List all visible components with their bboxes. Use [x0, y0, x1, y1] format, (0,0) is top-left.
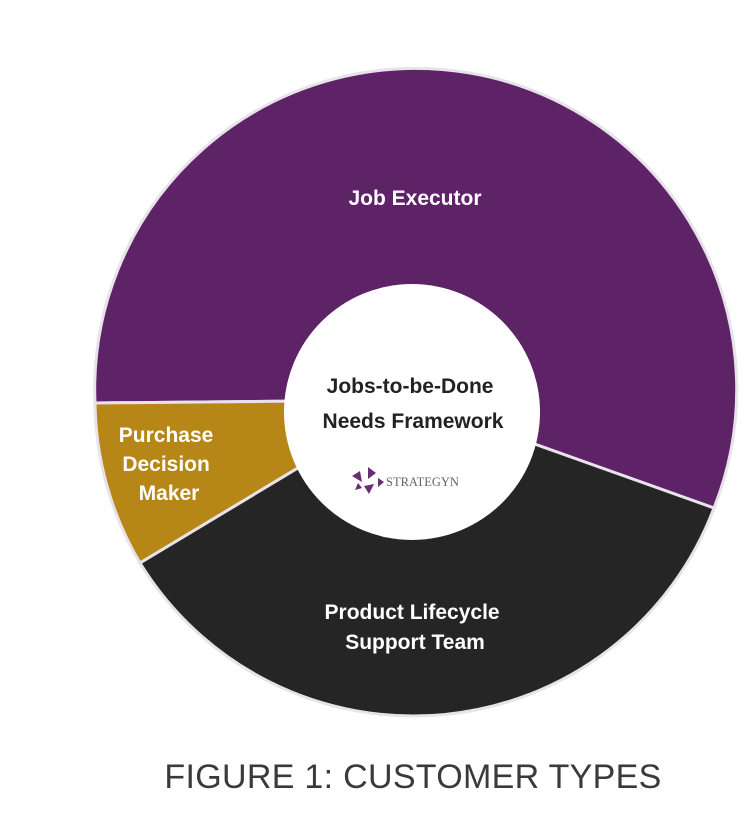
segment-label-line: Maker — [139, 482, 200, 505]
segment-label-job-executor: Job Executor — [348, 187, 481, 210]
segment-label-line: Purchase — [119, 424, 214, 447]
center-title-line: Needs Framework — [323, 410, 504, 433]
figure-caption: FIGURE 1: CUSTOMER TYPES — [164, 758, 662, 796]
center-title-line: Jobs-to-be-Done — [327, 375, 494, 398]
segment-label-line: Decision — [122, 453, 210, 476]
segment-label-line: Job Executor — [348, 187, 481, 210]
customer-types-diagram: Job Executor Purchase Decision Maker Pro… — [93, 66, 739, 718]
segment-label-line: Product Lifecycle — [325, 601, 500, 624]
segment-label-line: Support Team — [345, 631, 485, 654]
strategyn-logo-text: STRATEGYN — [386, 475, 459, 489]
